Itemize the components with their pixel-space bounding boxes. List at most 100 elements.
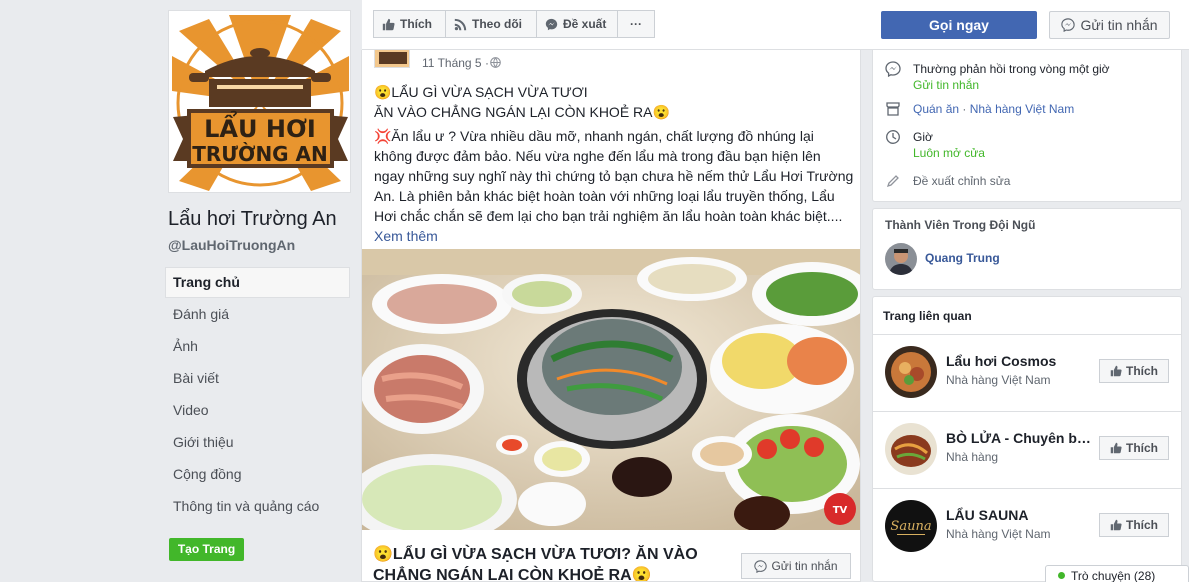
team-card-title: Thành Viên Trong Đội Ngũ [885, 218, 1036, 232]
nav-item-community[interactable]: Cộng đồng [165, 459, 350, 490]
response-time-row: Thường phản hồi trong vòng một giờ Gửi t… [885, 61, 1175, 95]
related-page-category: Nhà hàng Việt Nam [946, 373, 1051, 387]
like-related-page-button[interactable]: Thích [1099, 513, 1169, 537]
logo-text-line1: LẨU HƠI [204, 109, 316, 143]
post-photo[interactable]: TV [362, 249, 860, 530]
related-page-item[interactable]: Sauna LẨU SAUNA Nhà hàng Việt Nam Thích [873, 488, 1181, 565]
nav-item-posts[interactable]: Bài viết [165, 363, 350, 394]
chat-tab[interactable]: Trò chuyện (28) [1045, 565, 1189, 582]
more-options-button[interactable]: ··· [617, 10, 655, 38]
thumbs-up-icon [1110, 365, 1122, 377]
like-page-label: Thích [400, 17, 432, 31]
nav-item-videos[interactable]: Video [165, 395, 350, 426]
chat-tab-label: Trò chuyện (28) [1071, 569, 1156, 582]
nav-item-about[interactable]: Giới thiệu [165, 427, 350, 458]
team-member-avatar[interactable] [885, 243, 917, 275]
thumbs-up-icon [382, 18, 395, 30]
send-message-link[interactable]: Gửi tin nhắn [913, 77, 979, 93]
bo-lua-food-photo [885, 423, 937, 475]
nav-item-info-ads[interactable]: Thông tin và quảng cáo [165, 491, 350, 522]
pencil-icon [886, 175, 899, 188]
like-label: Thích [1126, 441, 1158, 455]
like-related-page-button[interactable]: Thích [1099, 359, 1169, 383]
follow-button[interactable]: Theo dõi [445, 10, 537, 38]
post-body: 💢Ăn lẩu ư ? Vừa nhiều dầu mỡ, nhanh ngán… [374, 126, 854, 246]
hours-value: Luôn mở cửa [913, 146, 985, 160]
nav-item-home[interactable]: Trang chủ [165, 267, 350, 298]
thumbs-up-icon [1110, 519, 1122, 531]
related-page-category: Nhà hàng Việt Nam [946, 527, 1051, 541]
messenger-icon [1061, 18, 1076, 32]
post-headline-line1: 😮LẨU GÌ VỪA SẠCH VỪA TƯƠI [374, 84, 588, 100]
suggest-edit-link[interactable]: Đề xuất chỉnh sửa [913, 173, 1010, 189]
thumbs-up-icon [1110, 442, 1122, 454]
page-handle[interactable]: @LauHoiTruongAn [168, 237, 295, 253]
messenger-icon [885, 61, 901, 77]
create-page-button[interactable]: Tạo Trang [169, 538, 244, 561]
post-avatar-image [375, 50, 409, 67]
related-page-name[interactable]: Lẩu hơi Cosmos [946, 353, 1096, 369]
page-title[interactable]: Lẩu hơi Trường An [168, 208, 337, 231]
sauna-logo: Sauna [885, 500, 937, 552]
cosmos-food-photo [885, 346, 937, 398]
hours-row: Giờ Luôn mở cửa [885, 129, 1175, 163]
post-card: 11 Tháng 5 · 😮LẨU GÌ VỪA SẠCH VỪA TƯƠI Ă… [361, 50, 861, 582]
hotpot-food-photo: TV [362, 249, 860, 530]
messenger-icon [754, 559, 768, 573]
related-page-name[interactable]: LẨU SAUNA [946, 507, 1096, 523]
logo-image: LẨU HƠI TRƯỜNG AN [169, 11, 350, 192]
team-members-card: Thành Viên Trong Đội Ngũ Quang Trung [872, 208, 1182, 290]
related-pages-title: Trang liên quan [883, 309, 972, 323]
messenger-share-icon [545, 18, 558, 30]
post-timestamp[interactable]: 11 Tháng 5 · [422, 56, 489, 70]
suggest-button[interactable]: Đề xuất [536, 10, 618, 38]
related-page-avatar[interactable]: Sauna [885, 500, 937, 552]
like-label: Thích [1126, 518, 1158, 532]
follow-label: Theo dõi [472, 17, 522, 31]
nav-item-photos[interactable]: Ảnh [165, 331, 350, 362]
category-link-1[interactable]: Quán ăn [913, 102, 959, 116]
photo-watermark: TV [833, 505, 848, 516]
page-info-card: Thường phản hồi trong vòng một giờ Gửi t… [872, 50, 1182, 202]
like-related-page-button[interactable]: Thích [1099, 436, 1169, 460]
related-page-item[interactable]: Lẩu hơi Cosmos Nhà hàng Việt Nam Thích [873, 334, 1181, 411]
related-page-name[interactable]: BÒ LỬA - Chuyên bò … [946, 430, 1096, 446]
team-member-name[interactable]: Quang Trung [925, 251, 1000, 265]
post-body-text: 💢Ăn lẩu ư ? Vừa nhiều dầu mỡ, nhanh ngán… [374, 128, 854, 224]
call-now-button[interactable]: Gọi ngay [881, 11, 1037, 39]
category-row: Quán ăn · Nhà hàng Việt Nam [885, 101, 1175, 119]
globe-icon [490, 57, 501, 68]
rss-icon [454, 18, 467, 30]
related-page-item[interactable]: BÒ LỬA - Chuyên bò … Nhà hàng Thích [873, 411, 1181, 488]
suggest-label: Đề xuất [563, 17, 607, 31]
category-text: Quán ăn · Nhà hàng Việt Nam [913, 101, 1074, 117]
send-message-button[interactable]: Gửi tin nhắn [1049, 11, 1170, 39]
category-link-2[interactable]: Nhà hàng Việt Nam [970, 102, 1075, 116]
post-headline-line2: ĂN VÀO CHẲNG NGÁN LẠI CÒN KHOẺ RA😮 [374, 104, 670, 120]
logo-text-line2: TRƯỜNG AN [192, 142, 328, 166]
send-message-label: Gửi tin nhắn [1080, 17, 1158, 33]
related-pages-card: Trang liên quan Lẩu hơi Cosmos Nhà hàng … [872, 296, 1182, 582]
response-time-text: Thường phản hồi trong vòng một giờ [913, 62, 1110, 76]
like-page-button[interactable]: Thích [373, 10, 446, 38]
category-separator: · [959, 102, 970, 116]
post-send-message-label: Gửi tin nhắn [771, 559, 838, 573]
like-label: Thích [1126, 364, 1158, 378]
storefront-icon [886, 102, 900, 116]
suggest-edit-row[interactable]: Đề xuất chỉnh sửa [885, 173, 1175, 191]
related-page-avatar[interactable] [885, 423, 937, 475]
see-more-link[interactable]: Xem thêm [374, 228, 438, 244]
post-headline: 😮LẨU GÌ VỪA SẠCH VỪA TƯƠI ĂN VÀO CHẲNG N… [374, 82, 854, 122]
more-icon: ··· [630, 17, 642, 31]
post-author-avatar[interactable] [374, 50, 410, 68]
member-photo [885, 243, 917, 275]
sauna-logo-text: Sauna [890, 519, 931, 534]
clock-icon [886, 130, 900, 144]
post-send-message-button[interactable]: Gửi tin nhắn [741, 553, 851, 579]
page-logo[interactable]: LẨU HƠI TRƯỜNG AN [168, 10, 351, 193]
nav-item-reviews[interactable]: Đánh giá [165, 299, 350, 330]
left-column: LẨU HƠI TRƯỜNG AN Lẩu hơi Trường An @Lau… [0, 0, 360, 582]
related-page-avatar[interactable] [885, 346, 937, 398]
post-link-caption[interactable]: 😮LẨU GÌ VỪA SẠCH VỪA TƯƠI? ĂN VÀO CHẲNG … [373, 544, 733, 581]
related-page-category: Nhà hàng [946, 450, 999, 464]
